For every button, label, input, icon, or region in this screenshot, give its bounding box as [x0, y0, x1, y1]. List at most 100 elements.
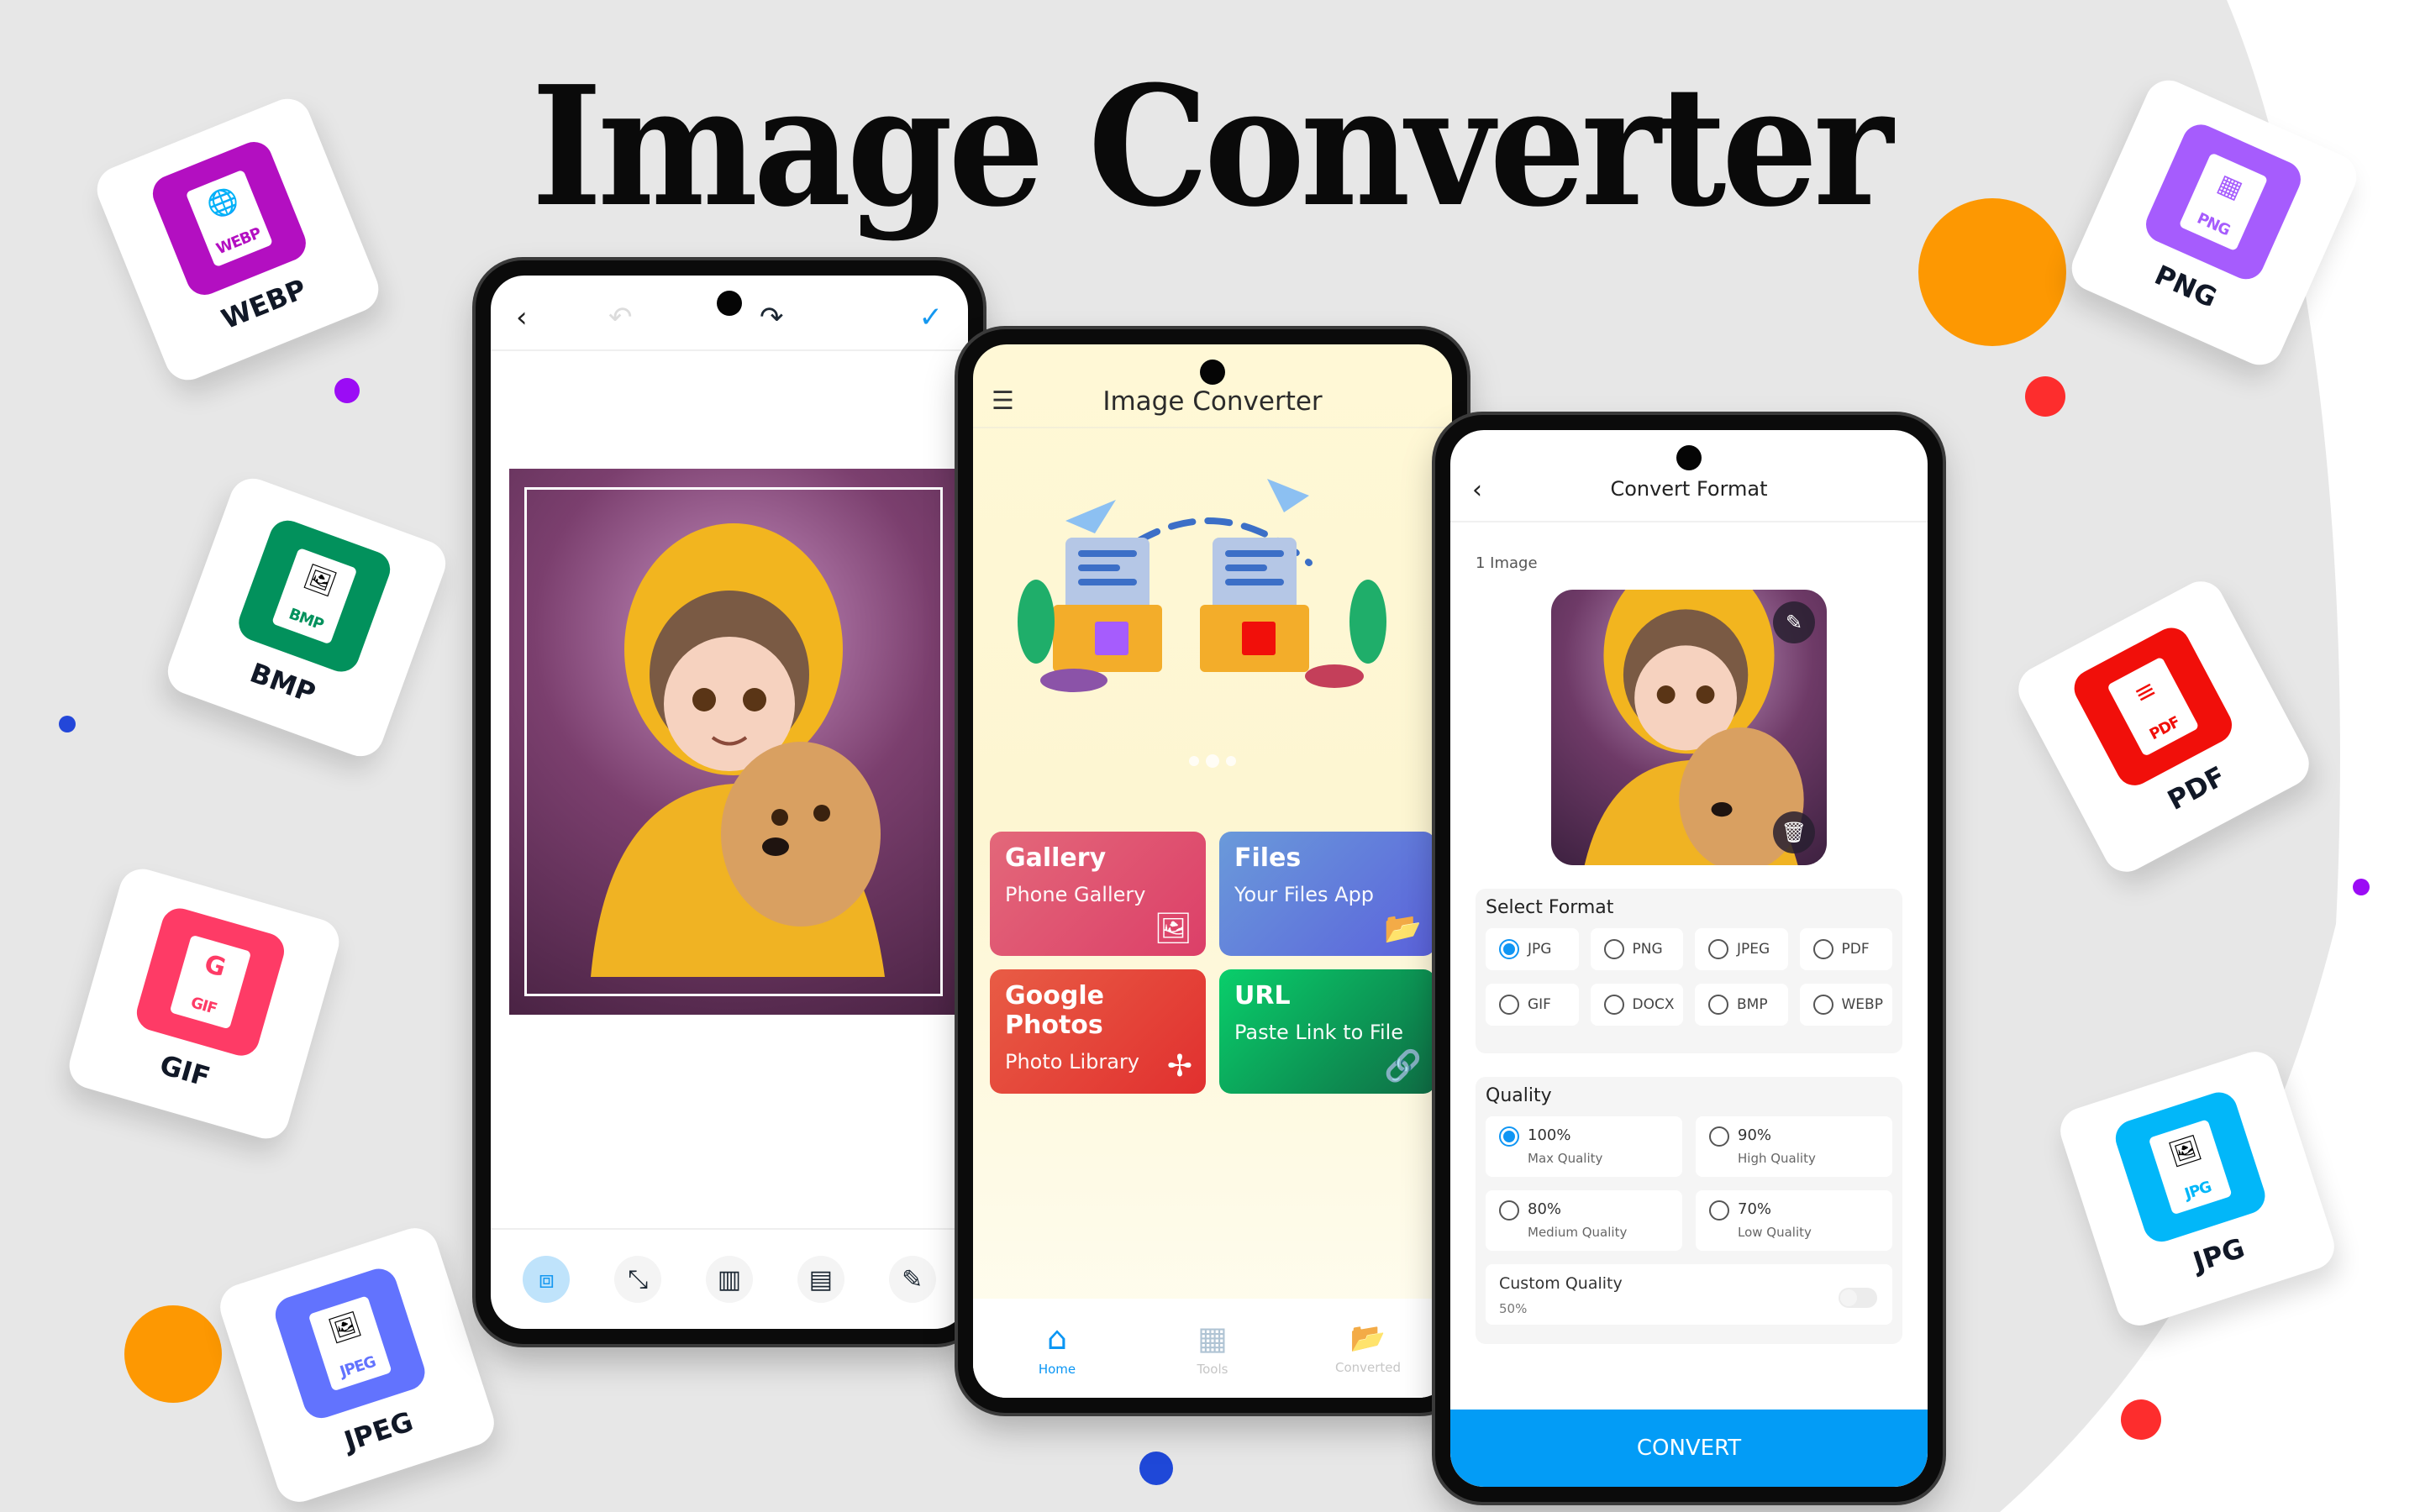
quality-option-70[interactable]: 70% Low Quality — [1696, 1190, 1892, 1251]
quality-option-80[interactable]: 80% Medium Quality — [1486, 1190, 1682, 1251]
redo-icon: ↷ — [760, 301, 784, 334]
pencil-icon: ✎ — [902, 1264, 923, 1294]
folder-icon: 📂 — [1349, 1321, 1386, 1355]
radio[interactable] — [1499, 995, 1519, 1015]
radio[interactable] — [1708, 939, 1728, 959]
decor-dot — [1918, 198, 2066, 346]
format-card-label: PNG — [2149, 258, 2222, 314]
link-icon: 🔗 — [1384, 1049, 1422, 1084]
trash-icon: 🗑 — [1781, 821, 1807, 844]
promo-banner: Image Converter 🌐 WEBP WEBP 🖼 BMP BMP G GIF… — [0, 0, 2420, 1512]
custom-quality-row: Custom Quality 50% — [1486, 1264, 1892, 1325]
decor-dot — [334, 378, 360, 403]
home-icon: ⌂ — [1046, 1320, 1068, 1357]
quality-option-90[interactable]: 90% High Quality — [1696, 1116, 1892, 1177]
bottom-nav: ⌂ Home ▦ Tools 📂 Converted — [973, 1299, 1452, 1398]
home-screen: ☰ Image Converter Gallery Phone Gallery … — [973, 344, 1452, 1398]
edit-image-button[interactable]: ✎ — [1773, 601, 1815, 643]
undo-button[interactable]: ↶ — [608, 301, 633, 334]
radio[interactable] — [1603, 995, 1624, 1015]
source-gallery[interactable]: Gallery Phone Gallery 🖼 — [990, 832, 1206, 956]
format-card-label: PDF — [2162, 759, 2231, 816]
format-option-bmp[interactable]: BMP — [1695, 984, 1788, 1026]
select-format-panel: Select Format JPG PNG JPEG PDF GIF DOCX … — [1476, 889, 1902, 1053]
phone-editor: ‹ ↶ ↷ ✓ ⧈ ⤡ ▥ ▤ ✎ — [476, 260, 983, 1344]
radio[interactable] — [1812, 939, 1833, 959]
image-file-icon: 🖼 — [2165, 1132, 2206, 1171]
format-option-docx[interactable]: DOCX — [1590, 984, 1683, 1026]
select-format-label: Select Format — [1486, 897, 1614, 918]
source-files[interactable]: Files Your Files App 📂 — [1219, 832, 1435, 956]
source-url[interactable]: URL Paste Link to File 🔗 — [1219, 969, 1435, 1094]
format-option-webp[interactable]: WEBP — [1799, 984, 1892, 1026]
carousel-dot[interactable] — [1226, 756, 1236, 766]
screen-title: Convert Format — [1610, 477, 1768, 501]
nav-tools[interactable]: ▦ Tools — [1162, 1299, 1263, 1398]
tool-crop[interactable]: ⧈ — [523, 1256, 571, 1303]
image-icon: 🖼 — [1154, 911, 1192, 946]
format-option-jpeg[interactable]: JPEG — [1695, 928, 1788, 970]
redo-button[interactable]: ↷ — [760, 301, 784, 334]
nav-converted[interactable]: 📂 Converted — [1318, 1299, 1418, 1398]
radio[interactable] — [1603, 939, 1624, 959]
convert-button[interactable]: CONVERT — [1450, 1410, 1928, 1487]
convert-screen: ‹ Convert Format 1 Image ✎ 🗑 Select Form… — [1450, 430, 1928, 1487]
edit-image[interactable] — [509, 469, 958, 1015]
custom-quality-toggle[interactable] — [1839, 1288, 1877, 1308]
radio[interactable] — [1812, 995, 1833, 1015]
tool-fit-horizontal[interactable]: ▥ — [705, 1256, 753, 1303]
decor-dot — [2025, 376, 2065, 417]
decor-dot — [1139, 1452, 1173, 1485]
tool-fit-vertical[interactable]: ▤ — [797, 1256, 844, 1303]
custom-quality-value: 50% — [1499, 1301, 1528, 1316]
crop-frame[interactable] — [524, 487, 943, 996]
editor-tools: ⧈ ⤡ ▥ ▤ ✎ — [491, 1228, 968, 1329]
globe-icon: 🌐 — [203, 183, 244, 223]
format-card-label: JPEG — [340, 1404, 418, 1457]
source-grid: Gallery Phone Gallery 🖼 Files Your Files… — [990, 832, 1435, 1094]
camera-hole — [1200, 360, 1225, 385]
phone-convert: ‹ Convert Format 1 Image ✎ 🗑 Select Form… — [1435, 415, 1943, 1502]
chevron-left-icon: ‹ — [516, 301, 528, 334]
folder-open-icon: 📂 — [1384, 911, 1422, 946]
home-header: ☰ Image Converter — [973, 344, 1452, 428]
quality-label: Quality — [1486, 1085, 1552, 1106]
editor-screen: ‹ ↶ ↷ ✓ ⧈ ⤡ ▥ ▤ ✎ — [491, 276, 968, 1329]
camera-hole — [717, 291, 742, 316]
selected-image-thumbnail[interactable]: ✎ 🗑 — [1551, 590, 1827, 865]
carousel-dot-active[interactable] — [1206, 754, 1219, 768]
nav-home[interactable]: ⌂ Home — [1007, 1299, 1107, 1398]
format-card-label: GIF — [156, 1048, 214, 1094]
radio-selected[interactable] — [1499, 939, 1519, 959]
crop-icon: ⧈ — [538, 1264, 555, 1294]
done-button[interactable]: ✓ — [919, 301, 944, 334]
document-icon: ≡ — [2128, 674, 2162, 711]
radio[interactable] — [1709, 1200, 1729, 1221]
carousel-indicator — [973, 754, 1452, 768]
back-button[interactable]: ‹ — [516, 301, 528, 334]
format-options: JPG PNG JPEG PDF GIF DOCX BMP WEBP — [1486, 928, 1892, 1026]
radio[interactable] — [1708, 995, 1728, 1015]
quality-option-100[interactable]: 100% Max Quality — [1486, 1116, 1682, 1177]
pencil-icon: ✎ — [1785, 611, 1803, 634]
format-option-png[interactable]: PNG — [1590, 928, 1683, 970]
decor-dot — [2353, 879, 2370, 895]
format-option-gif[interactable]: GIF — [1486, 984, 1579, 1026]
radio[interactable] — [1709, 1126, 1729, 1147]
decor-dot — [2121, 1399, 2161, 1440]
radio[interactable] — [1499, 1200, 1519, 1221]
source-google-photos[interactable]: Google Photos Photo Library ✢ — [990, 969, 1206, 1094]
app-title: Image Converter — [1102, 386, 1323, 417]
delete-image-button[interactable]: 🗑 — [1773, 811, 1815, 853]
radio-selected[interactable] — [1499, 1126, 1519, 1147]
tool-resize[interactable]: ⤡ — [614, 1256, 662, 1303]
format-option-jpg[interactable]: JPG — [1486, 928, 1579, 970]
folder-file-icon: 🖼 — [325, 1309, 366, 1347]
quality-panel: Quality 100% Max Quality 90% High Quality … — [1476, 1077, 1902, 1344]
tool-draw[interactable]: ✎ — [888, 1256, 936, 1303]
conversion-illustration — [1018, 479, 1386, 692]
carousel-dot[interactable] — [1189, 756, 1199, 766]
pinwheel-icon: ✢ — [1166, 1049, 1192, 1084]
format-option-pdf[interactable]: PDF — [1799, 928, 1892, 970]
phone-home: ☰ Image Converter Gallery Phone Gallery … — [958, 329, 1467, 1413]
